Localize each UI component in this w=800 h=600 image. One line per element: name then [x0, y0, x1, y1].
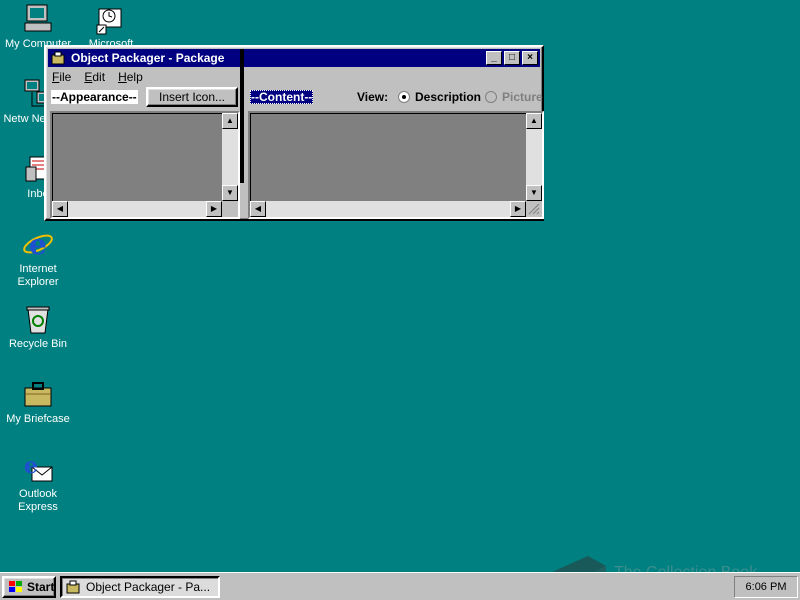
window-title: Object Packager - Package [71, 51, 225, 65]
view-description-radio[interactable]: Description [398, 90, 481, 104]
taskbar: Start Object Packager - Pa... 6:06 PM [0, 572, 800, 600]
menu-help[interactable]: Help [118, 70, 143, 84]
briefcase-icon [22, 378, 54, 410]
taskbar-button-label: Object Packager - Pa... [86, 580, 211, 594]
scroll-down-icon[interactable]: ▼ [526, 185, 542, 201]
taskbar-button-object-packager[interactable]: Object Packager - Pa... [60, 576, 220, 598]
scroll-up-icon[interactable]: ▲ [222, 113, 238, 129]
recycle-bin-icon [22, 303, 54, 335]
system-tray: 6:06 PM [734, 576, 798, 598]
scroll-corner [222, 201, 238, 217]
windows-logo-icon [8, 580, 24, 594]
desktop-icon-briefcase[interactable]: My Briefcase [0, 378, 76, 426]
scroll-down-icon[interactable]: ▼ [222, 185, 238, 201]
menu-edit[interactable]: Edit [84, 70, 105, 84]
pane-header-row: --Appearance-- Insert Icon... --Content-… [48, 86, 543, 108]
view-picture-radio: Picture [485, 90, 543, 104]
scroll-left-icon[interactable]: ◀ [52, 201, 68, 217]
desktop-icon-label: Outlook Express [18, 488, 58, 513]
desktop-icon-label: My Briefcase [6, 413, 70, 425]
desktop-icon-microsoft[interactable]: Microsoft [73, 3, 149, 51]
desktop-icon-my-computer[interactable]: My Computer [0, 3, 76, 51]
resize-grip-icon[interactable] [526, 201, 542, 217]
menu-file[interactable]: File [52, 70, 71, 84]
start-button[interactable]: Start [2, 576, 56, 598]
close-button[interactable]: × [522, 51, 538, 65]
clock[interactable]: 6:06 PM [746, 581, 787, 593]
scroll-up-icon[interactable]: ▲ [526, 113, 542, 129]
vertical-scrollbar[interactable]: ▲ ▼ [526, 113, 542, 201]
internet-explorer-icon: e [22, 228, 54, 261]
radio-unselected-icon [485, 91, 497, 103]
package-icon [51, 51, 67, 65]
minimize-icon: _ [491, 52, 497, 63]
scroll-right-icon[interactable]: ▶ [206, 201, 222, 217]
svg-text:e: e [24, 453, 38, 479]
vertical-scrollbar[interactable]: ▲ ▼ [222, 113, 238, 201]
desktop-icon-recycle-bin[interactable]: Recycle Bin [0, 303, 76, 351]
content-pane[interactable]: ▲ ▼ ◀ ▶ [248, 111, 544, 219]
title-bar[interactable]: Object Packager - Package _ □ × [48, 49, 540, 67]
desktop-icon-outlook-express[interactable]: e Outlook Express [0, 453, 76, 514]
package-icon [66, 580, 82, 594]
svg-text:e: e [29, 228, 47, 260]
maximize-icon: □ [508, 52, 516, 63]
insert-icon-button[interactable]: Insert Icon... [146, 87, 238, 107]
minimize-button[interactable]: _ [486, 51, 502, 65]
horizontal-scrollbar[interactable]: ◀ ▶ [250, 201, 526, 217]
object-packager-window: Object Packager - Package _ □ × File Edi… [44, 45, 544, 221]
outlook-express-icon: e [22, 453, 54, 485]
pane-splitter[interactable] [240, 49, 244, 183]
scroll-left-icon[interactable]: ◀ [250, 201, 266, 217]
microsoft-icon [95, 3, 127, 35]
menu-bar: File Edit Help [48, 67, 540, 86]
scroll-right-icon[interactable]: ▶ [510, 201, 526, 217]
horizontal-scrollbar[interactable]: ◀ ▶ [52, 201, 222, 217]
close-icon: × [527, 52, 533, 63]
radio-label: Picture [502, 90, 543, 104]
appearance-pane[interactable]: ▲ ▼ ◀ ▶ [50, 111, 240, 219]
desktop-icon-internet-explorer[interactable]: e Internet Explorer [0, 228, 76, 289]
radio-selected-icon [398, 91, 410, 103]
desktop-icon-label: Internet Explorer [17, 263, 59, 288]
my-computer-icon [22, 3, 54, 35]
appearance-label[interactable]: --Appearance-- [51, 90, 138, 104]
content-label[interactable]: --Content-- [250, 90, 314, 104]
start-label: Start [27, 580, 55, 594]
view-label: View: [357, 90, 389, 104]
desktop-icon-label: Recycle Bin [8, 338, 68, 350]
maximize-button[interactable]: □ [504, 51, 520, 65]
radio-label: Description [415, 90, 482, 104]
